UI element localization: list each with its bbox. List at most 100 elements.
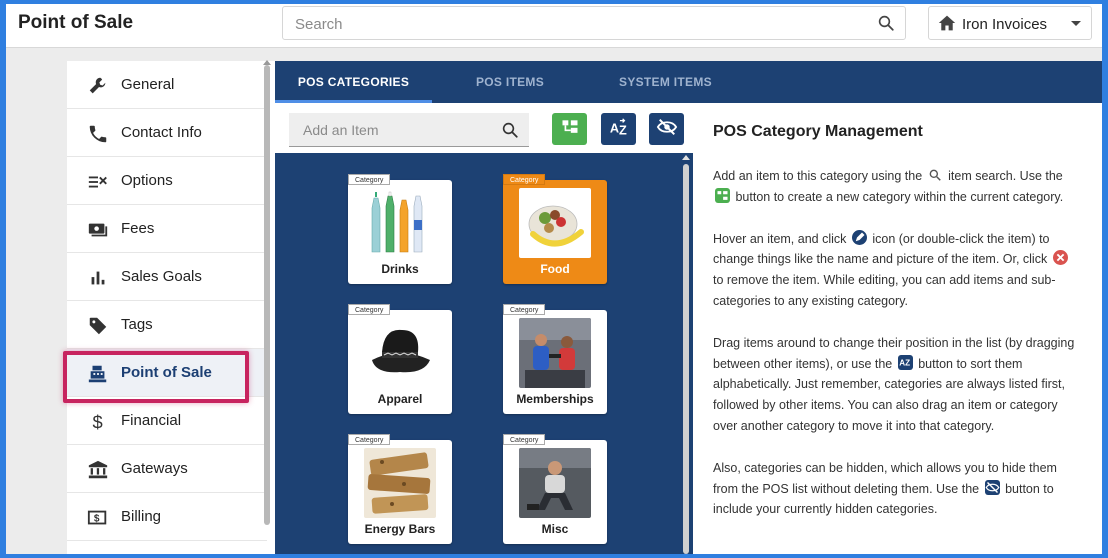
food-image: [519, 188, 591, 258]
category-label: Energy Bars: [364, 522, 436, 536]
category-badge: Category: [503, 434, 546, 445]
sidebar-item-general[interactable]: General: [67, 61, 267, 109]
grid-scrollbar[interactable]: [683, 164, 689, 554]
category-label: Food: [540, 262, 570, 276]
search-icon: [928, 168, 943, 183]
category-card-energy-bars[interactable]: Category Energy Bars: [348, 434, 452, 544]
show-hidden-button[interactable]: [649, 113, 684, 145]
global-search[interactable]: [282, 6, 906, 40]
tag-icon: [87, 315, 109, 337]
help-title: POS Category Management: [713, 123, 923, 140]
help-paragraph: Drag items around to change their positi…: [713, 333, 1082, 437]
cash-icon: [87, 219, 109, 241]
category-badge: Category: [348, 304, 391, 315]
sidebar-item-sales-goals[interactable]: Sales Goals: [67, 253, 267, 301]
add-item-input[interactable]: [303, 120, 493, 140]
sidebar-item-tags[interactable]: Tags: [67, 301, 267, 349]
search-icon[interactable]: [877, 14, 895, 37]
help-paragraph: Also, categories can be hidden, which al…: [713, 458, 1082, 520]
eye-off-icon: [984, 479, 1000, 495]
home-icon: [937, 14, 957, 37]
sidebar-item-label: Tags: [121, 316, 153, 333]
sidebar-item-options[interactable]: Options: [67, 157, 267, 205]
apparel-image: [364, 318, 436, 388]
category-grid-panel: [275, 103, 693, 554]
help-paragraph: Hover an item, and click icon (or double…: [713, 229, 1082, 312]
sidebar-item-label: Options: [121, 172, 173, 189]
sidebar-item-contact-info[interactable]: Contact Info: [67, 109, 267, 157]
chevron-down-icon: [1071, 21, 1081, 26]
dollar-icon: $: [87, 411, 109, 433]
category-card-drinks[interactable]: Category Drinks: [348, 174, 452, 284]
new-category-icon: [560, 117, 580, 142]
misc-image: [519, 448, 591, 518]
add-item-search[interactable]: [289, 113, 529, 147]
sort-az-button[interactable]: AZ: [601, 113, 636, 145]
sidebar-item-fees[interactable]: Fees: [67, 205, 267, 253]
account-selector[interactable]: Iron Invoices: [928, 6, 1092, 40]
help-text: button to create a new category within t…: [735, 189, 1064, 204]
help-text: to remove the item. While editing, you c…: [713, 273, 1056, 308]
bank-icon: [87, 459, 109, 481]
grid-scroll-up[interactable]: [682, 155, 690, 160]
tab-system-items[interactable]: SYSTEM ITEMS: [588, 61, 743, 103]
sidebar-item-label: Point of Sale: [121, 364, 212, 381]
sidebar-item-label: Billing: [121, 508, 162, 525]
tab-pos-categories[interactable]: POS CATEGORIES: [275, 61, 432, 103]
category-card-food[interactable]: Category Food: [503, 174, 607, 284]
phone-icon: [87, 123, 109, 145]
svg-text:$: $: [93, 411, 103, 432]
svg-text:$: $: [94, 514, 100, 525]
category-card-misc[interactable]: Category Misc: [503, 434, 607, 544]
sort-az-icon: AZ: [608, 117, 630, 142]
category-toolbar: AZ: [275, 103, 693, 153]
category-label: Memberships: [516, 392, 594, 406]
category-badge: Category: [348, 434, 391, 445]
help-panel: POS Category Management Add an item to t…: [693, 103, 1102, 554]
category-label: Apparel: [377, 392, 423, 406]
sidebar-item-point-of-sale[interactable]: Point of Sale: [67, 349, 267, 397]
category-card-apparel[interactable]: Category Apparel: [348, 304, 452, 414]
sidebar-item-label: General: [121, 76, 175, 93]
drinks-image: [364, 188, 436, 258]
search-icon[interactable]: [501, 121, 519, 144]
category-card-memberships[interactable]: Category Memberships: [503, 304, 607, 414]
help-paragraph: Add an item to this category using the i…: [713, 166, 1082, 208]
help-text: Add an item to this category using the: [713, 169, 923, 183]
category-label: Drinks: [381, 262, 419, 276]
settings-sidebar: General Contact Info Options Fees Sales …: [67, 61, 275, 554]
options-list-icon: [87, 171, 109, 193]
category-badge: Category: [503, 304, 546, 315]
bar-chart-icon: [87, 267, 109, 289]
cash-register-icon: [87, 363, 109, 385]
sidebar-item-label: Financial: [121, 412, 182, 429]
sidebar-item-financial[interactable]: $ Financial: [67, 397, 267, 445]
sidebar-item-label: Fees: [121, 220, 155, 237]
edit-pencil-icon: [851, 229, 867, 245]
svg-text:A: A: [609, 120, 618, 135]
account-name: Iron Invoices: [962, 16, 1048, 33]
sidebar-item-label: Gateways: [121, 460, 188, 477]
tab-pos-items[interactable]: POS ITEMS: [432, 61, 588, 103]
help-text: Hover an item, and click: [713, 231, 847, 246]
help-text: item search. Use the: [948, 169, 1063, 183]
sidebar-scrollbar[interactable]: [264, 65, 270, 525]
category-badge: Category: [503, 174, 546, 185]
sidebar-item-gateways[interactable]: Gateways: [67, 445, 267, 493]
memberships-image: [519, 318, 591, 388]
svg-text:AZ: AZ: [899, 358, 910, 367]
new-category-icon: [715, 187, 730, 203]
svg-text:Z: Z: [619, 122, 627, 137]
eye-off-icon: [656, 117, 678, 142]
tab-bar: POS CATEGORIES POS ITEMS SYSTEM ITEMS: [275, 61, 1102, 103]
app-frame: Point of Sale Iron Invoices General: [6, 4, 1102, 554]
sort-az-icon: AZ: [897, 354, 913, 370]
wrench-icon: [87, 75, 109, 97]
sidebar-item-label: Sales Goals: [121, 268, 202, 285]
energy-bars-image: [364, 448, 436, 518]
billing-icon: $: [87, 507, 109, 529]
sidebar-item-billing[interactable]: $ Billing: [67, 493, 267, 541]
new-category-button[interactable]: [552, 113, 587, 145]
category-badge: Category: [348, 174, 391, 185]
search-input[interactable]: [295, 13, 855, 35]
